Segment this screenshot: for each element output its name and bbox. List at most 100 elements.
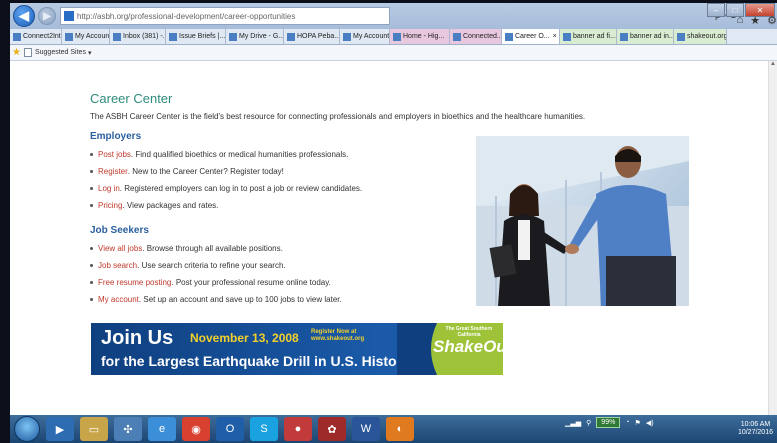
tab-label: banner ad in...: [630, 33, 674, 40]
browser-tab[interactable]: My Account: [340, 29, 390, 44]
list-item-text: . Find qualified bioethics or medical hu…: [130, 150, 349, 159]
outlook-icon[interactable]: O: [216, 417, 244, 441]
page-title: Career Center: [90, 91, 173, 106]
browser-toolbar-icons: ⌂ ★ ⚙: [737, 14, 777, 27]
list-item-link[interactable]: Pricing: [98, 201, 122, 210]
tab-favicon-icon: [169, 32, 177, 41]
clock-date: 10/27/2016: [737, 429, 773, 436]
browser-tab[interactable]: HOPA Peba...: [284, 29, 340, 44]
shakeout-logo: The Great Southern California ShakeOut: [397, 323, 503, 375]
list-item-link[interactable]: Log in: [98, 184, 120, 193]
forward-button[interactable]: ▶: [38, 7, 56, 25]
internet-explorer-icon[interactable]: e: [148, 417, 176, 441]
tab-label: Connect2Int...: [23, 33, 61, 40]
page-icon: [23, 48, 32, 57]
screen: ◀ ▶ http://asbh.org/professional-develop…: [10, 3, 777, 443]
browser-tab[interactable]: My Drive - G...: [226, 29, 284, 44]
windows-taskbar: ▶ ▭ ✣ e ◉ O S ● ✿ W ◐ ▁▃▅ ⚲ 99% ◔ ⚑ ◀) 1…: [10, 415, 777, 443]
chevron-down-icon[interactable]: ▾: [88, 49, 92, 57]
ubuntu-app-icon[interactable]: ✿: [318, 417, 346, 441]
favorites-bar: ★ Suggested Sites ▾: [10, 45, 777, 61]
tab-label: Career O...: [515, 33, 550, 40]
banner-date: November 13, 2008: [190, 331, 299, 345]
browser-tab[interactable]: Home - Hig...: [390, 29, 450, 44]
browser-tab[interactable]: Issue Briefs |...: [166, 29, 226, 44]
tab-label: Inbox (381) -...: [123, 33, 166, 40]
list-item-link[interactable]: Job search: [98, 261, 137, 270]
scroll-up-icon[interactable]: ▲: [769, 61, 777, 67]
browser-tab[interactable]: My Account: [62, 29, 110, 44]
tab-label: Connected...: [463, 33, 502, 40]
clock-time: 10:06 AM: [740, 421, 771, 428]
home-icon[interactable]: ⌂: [737, 14, 744, 27]
folder-icon[interactable]: ▭: [80, 417, 108, 441]
tab-favicon-icon: [113, 32, 121, 41]
list-item-link[interactable]: Post jobs: [98, 150, 131, 159]
tab-favicon-icon: [453, 32, 461, 41]
battery-indicator[interactable]: 99%: [596, 417, 621, 428]
list-item-text: . Post your professional resume online t…: [171, 278, 331, 287]
wifi-icon[interactable]: ⚲: [586, 419, 591, 427]
tray-app-icon[interactable]: ◔: [625, 419, 629, 426]
bullet-icon: [90, 298, 93, 301]
browser-tab[interactable]: banner ad in...: [617, 29, 674, 44]
browser-tab[interactable]: Inbox (381) -...: [110, 29, 166, 44]
address-url: http://asbh.org/professional-development…: [77, 11, 296, 21]
bullet-icon: [90, 281, 93, 284]
system-clock[interactable]: 10:06 AM 10/27/2016: [738, 421, 773, 437]
media-player-icon[interactable]: ▶: [46, 417, 74, 441]
bullet-icon: [90, 247, 93, 250]
volume-icon[interactable]: ◀): [646, 419, 654, 427]
browser-tab[interactable]: Connect2Int...: [10, 29, 62, 44]
list-item-link[interactable]: My account: [98, 295, 139, 304]
intro-text: The ASBH Career Center is the field's be…: [90, 112, 586, 121]
browser-tab[interactable]: Connected...: [450, 29, 502, 44]
tab-label: My Drive - G...: [239, 33, 284, 40]
shakeout-banner-ad[interactable]: Join Us November 13, 2008 Register Now a…: [91, 323, 503, 375]
record-app-icon[interactable]: ●: [284, 417, 312, 441]
bullet-icon: [90, 204, 93, 207]
tab-favicon-icon: [229, 32, 237, 41]
tab-favicon-icon: [393, 32, 401, 41]
star-icon[interactable]: ★: [750, 14, 760, 27]
tab-bar: Connect2Int... My Account Inbox (381) -...…: [10, 29, 777, 45]
list-item-link[interactable]: View all jobs: [98, 244, 142, 253]
minimize-button[interactable]: –: [707, 3, 725, 17]
site-favicon-icon: [64, 11, 74, 21]
browser-tab[interactable]: shakeout.org: [674, 29, 727, 44]
skype-icon[interactable]: S: [250, 417, 278, 441]
suggested-sites-link[interactable]: Suggested Sites: [35, 49, 86, 56]
banner-subline: for the Largest Earthquake Drill in U.S.…: [101, 353, 413, 369]
tab-label: banner ad fi...: [573, 33, 616, 40]
list-item-link[interactable]: Register: [98, 167, 128, 176]
flag-icon[interactable]: ⚑: [635, 419, 641, 427]
handshake-photo: [476, 136, 689, 306]
tab-label: HOPA Peba...: [297, 33, 340, 40]
tab-favicon-icon: [505, 32, 513, 41]
tab-favicon-icon: [65, 32, 73, 41]
signal-icon[interactable]: ▁▃▅: [565, 419, 581, 427]
tab-favicon-icon: [13, 32, 21, 41]
handshake-illustration: [476, 136, 689, 306]
browser-tab[interactable]: Career O... ×: [502, 29, 560, 44]
vertical-scrollbar[interactable]: ▲: [768, 61, 777, 416]
address-bar[interactable]: http://asbh.org/professional-development…: [60, 7, 390, 25]
network-app-icon[interactable]: ✣: [114, 417, 142, 441]
gear-icon[interactable]: ⚙: [767, 14, 777, 27]
browser-tab[interactable]: banner ad fi...: [560, 29, 617, 44]
bullet-icon: [90, 170, 93, 173]
banner-register-line1: Register Now at: [311, 329, 357, 335]
start-button[interactable]: [14, 416, 40, 442]
banner-register: Register Now at www.shakeout.org: [311, 329, 364, 343]
tab-label: My Account: [353, 33, 390, 40]
back-button[interactable]: ◀: [13, 5, 35, 27]
chrome-icon[interactable]: ◉: [182, 417, 210, 441]
favorites-star-icon[interactable]: ★: [12, 47, 21, 58]
tab-favicon-icon: [677, 32, 685, 41]
list-item-link[interactable]: Free resume posting: [98, 278, 171, 287]
browser-titlebar: ◀ ▶ http://asbh.org/professional-develop…: [10, 3, 777, 29]
tab-close-icon[interactable]: ×: [553, 33, 557, 40]
firefox-icon[interactable]: ◐: [386, 417, 414, 441]
bullet-icon: [90, 187, 93, 190]
word-icon[interactable]: W: [352, 417, 380, 441]
